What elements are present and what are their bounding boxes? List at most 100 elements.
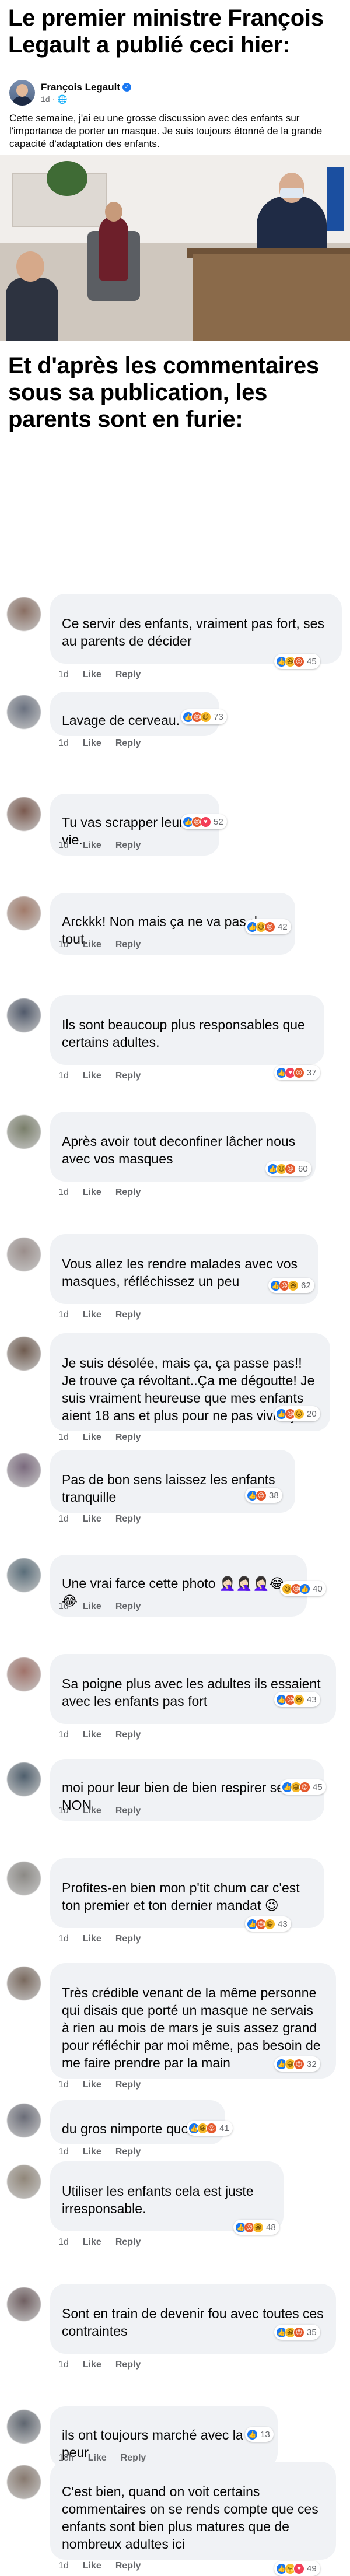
comment-time[interactable]: 1d (58, 840, 69, 851)
reaction-summary[interactable]: 😆 😡 👍 40 (280, 1581, 326, 1596)
commenter-avatar[interactable] (7, 1558, 41, 1592)
reaction-summary[interactable]: 👍 😆 😡 45 (280, 1779, 326, 1795)
like-button[interactable]: Like (83, 1514, 102, 1524)
commenter-avatar[interactable] (7, 1238, 41, 1271)
comment-time[interactable]: 1d (58, 2147, 69, 2157)
reply-button[interactable]: Reply (116, 1601, 141, 1612)
reaction-count: 43 (307, 1694, 317, 1705)
comment-time[interactable]: 1d (58, 1071, 69, 1081)
comment-time[interactable]: 1d (58, 1310, 69, 1320)
reply-button[interactable]: Reply (116, 2237, 141, 2248)
commenter-avatar[interactable] (7, 2465, 41, 2499)
author-avatar[interactable] (9, 80, 35, 106)
like-button[interactable]: Like (83, 738, 102, 749)
commenter-avatar[interactable] (7, 1762, 41, 1796)
like-button[interactable]: Like (83, 1934, 102, 1944)
reaction-summary[interactable]: 👍 😆 😡 35 (274, 2325, 320, 2340)
reaction-summary[interactable]: 👍 😆 😡 32 (274, 2056, 320, 2072)
reaction-count: 62 (301, 1280, 311, 1291)
comment-time[interactable]: 1d (58, 1187, 69, 1198)
reaction-summary[interactable]: 👍 😡 😆 48 (233, 2220, 279, 2235)
reply-button[interactable]: Reply (116, 1730, 141, 1740)
reaction-summary[interactable]: 👍 😡 😆 62 (268, 1278, 314, 1293)
post-time[interactable]: 1d (41, 94, 50, 104)
globe-icon: · 🌐 (52, 94, 68, 104)
reaction-summary[interactable]: 👍 😡 38 (245, 1488, 282, 1503)
like-button[interactable]: Like (83, 1310, 102, 1320)
like-button[interactable]: Like (83, 1806, 102, 1816)
comment-time[interactable]: 1d (58, 2360, 69, 2370)
like-button[interactable]: Like (83, 670, 102, 680)
haha-reaction-icon: 😆 (200, 711, 211, 723)
reply-button[interactable]: Reply (116, 738, 141, 749)
like-button[interactable]: Like (83, 1071, 102, 1081)
reply-button[interactable]: Reply (116, 1187, 141, 1198)
commenter-avatar[interactable] (7, 2410, 41, 2444)
post-photo[interactable] (0, 155, 350, 341)
reaction-summary[interactable]: 👍 😆 😡 42 (245, 919, 291, 934)
comment-time[interactable]: 1d (58, 670, 69, 680)
reply-button[interactable]: Reply (116, 2147, 141, 2157)
reaction-summary[interactable]: 👍 😡 ♥ 52 (181, 814, 227, 829)
reply-button[interactable]: Reply (116, 940, 141, 950)
reply-button[interactable]: Reply (116, 670, 141, 680)
commenter-avatar[interactable] (7, 695, 41, 729)
comment-time[interactable]: 1d (58, 1806, 69, 1816)
reaction-summary[interactable]: 👍 😡 😮 20 (274, 1406, 320, 1421)
reaction-summary[interactable]: 👍 😡 😆 73 (181, 709, 227, 724)
reaction-summary[interactable]: 👍 🤗 ♥ 49 (274, 2561, 320, 2576)
commenter-avatar[interactable] (7, 1115, 41, 1149)
comment-actions: 1d Like Reply (58, 1730, 141, 1740)
reaction-count: 35 (307, 2327, 317, 2337)
comment-time[interactable]: 1d (58, 1601, 69, 1612)
reaction-summary[interactable]: 👍 😡 😆 43 (245, 1916, 291, 1932)
comment-time[interactable]: 1d (58, 2080, 69, 2090)
reply-button[interactable]: Reply (116, 1806, 141, 1816)
comment-time[interactable]: 1d (58, 940, 69, 950)
like-button[interactable]: Like (83, 2360, 102, 2370)
commenter-avatar[interactable] (7, 2165, 41, 2199)
like-button[interactable]: Like (83, 1601, 102, 1612)
like-button[interactable]: Like (83, 2080, 102, 2090)
reply-button[interactable]: Reply (116, 1071, 141, 1081)
reaction-summary[interactable]: 👍 13 (245, 2427, 274, 2442)
like-button[interactable]: Like (83, 840, 102, 851)
reply-button[interactable]: Reply (116, 1514, 141, 1524)
like-button[interactable]: Like (83, 2237, 102, 2248)
reaction-summary[interactable]: 👍 😆 😡 41 (187, 2121, 233, 2136)
commenter-avatar[interactable] (7, 1862, 41, 1895)
like-button[interactable]: Like (83, 1432, 102, 1443)
reply-button[interactable]: Reply (116, 2360, 141, 2370)
reply-button[interactable]: Reply (116, 2080, 141, 2090)
like-button[interactable]: Like (83, 1730, 102, 1740)
reaction-summary[interactable]: 👍 😆 😡 60 (265, 1161, 312, 1176)
reaction-summary[interactable]: 👍 😡 😆 43 (274, 1692, 320, 1707)
reaction-summary[interactable]: 👍 ♥ 😡 37 (274, 1065, 320, 1080)
commenter-avatar[interactable] (7, 597, 41, 631)
commenter-avatar[interactable] (7, 797, 41, 831)
commenter-avatar[interactable] (7, 1967, 41, 2000)
commenter-avatar[interactable] (7, 1657, 41, 1691)
comment-time[interactable]: 1d (58, 738, 69, 749)
commenter-avatar[interactable] (7, 2104, 41, 2137)
commenter-avatar[interactable] (7, 2287, 41, 2321)
reply-button[interactable]: Reply (116, 1432, 141, 1443)
reply-button[interactable]: Reply (116, 1934, 141, 1944)
comment-time[interactable]: 1d (58, 1934, 69, 1944)
reply-button[interactable]: Reply (116, 1310, 141, 1320)
comment-time[interactable]: 1d (58, 1432, 69, 1443)
author-name[interactable]: François Legault (41, 82, 120, 93)
commenter-avatar[interactable] (7, 1337, 41, 1371)
like-button[interactable]: Like (83, 1187, 102, 1198)
reaction-summary[interactable]: 👍 😆 😡 45 (274, 654, 320, 669)
commenter-avatar[interactable] (7, 896, 41, 930)
like-button[interactable]: Like (83, 940, 102, 950)
comment-time[interactable]: 1d (58, 1514, 69, 1524)
commenter-avatar[interactable] (7, 1453, 41, 1487)
reply-button[interactable]: Reply (116, 840, 141, 851)
post-text: Cette semaine, j'ai eu une grosse discus… (9, 113, 323, 149)
commenter-avatar[interactable] (7, 998, 41, 1032)
comment-time[interactable]: 1d (58, 2237, 69, 2248)
like-button[interactable]: Like (83, 2147, 102, 2157)
comment-time[interactable]: 1d (58, 1730, 69, 1740)
